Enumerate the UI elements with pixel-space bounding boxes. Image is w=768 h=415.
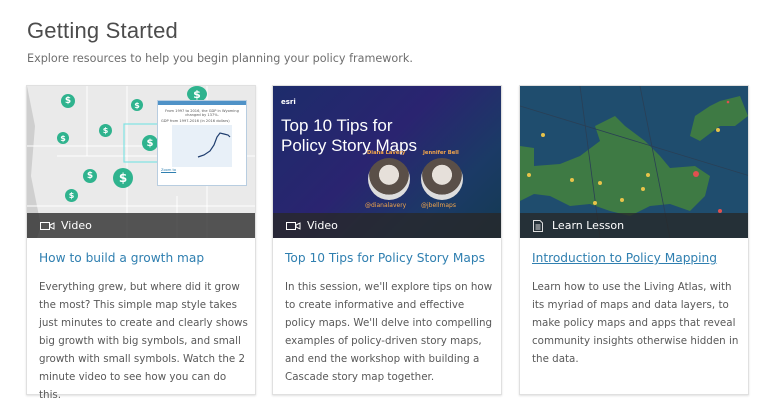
type-overlay: Learn Lesson xyxy=(520,213,748,238)
growth-map-thumbnail[interactable]: $ $ $ $ $ $ $ $ $ From 1997 to 2016, the… xyxy=(27,86,255,238)
speaker-handle: @dianalavery xyxy=(365,202,407,209)
speaker-photo xyxy=(368,158,410,200)
page-title: Getting Started xyxy=(27,18,178,43)
speaker-name: Diana Lavery xyxy=(367,150,406,156)
dollar-symbol: $ xyxy=(61,94,75,108)
speaker-photo xyxy=(421,158,463,200)
type-overlay: Video xyxy=(273,213,501,238)
popup-text: From 1997 to 2016, the GDP in Wyoming ch… xyxy=(165,109,239,117)
gdp-sparkline xyxy=(172,125,232,167)
type-label: Learn Lesson xyxy=(552,219,625,232)
dollar-symbol: $ xyxy=(65,189,78,202)
card-title-link[interactable]: How to build a growth map xyxy=(39,251,204,265)
esri-logo: esri xyxy=(281,98,296,106)
speaker-name: Jennifer Bell xyxy=(423,150,459,156)
card-title-link[interactable]: Introduction to Policy Mapping xyxy=(532,251,717,265)
popup-zoom-link[interactable]: Zoom to xyxy=(158,168,246,172)
page-subtitle: Explore resources to help you begin plan… xyxy=(27,52,413,65)
video-camera-icon xyxy=(40,221,55,230)
video-camera-icon xyxy=(286,221,301,230)
card-growth-map[interactable]: $ $ $ $ $ $ $ $ $ From 1997 to 2016, the… xyxy=(26,85,256,401)
type-overlay: Video xyxy=(27,213,255,238)
card-description: Learn how to use the Living Atlas, with … xyxy=(532,281,739,365)
type-label: Video xyxy=(61,219,92,232)
popup-chart-title: GDP from 1997-2016 (in 2016 dollars) xyxy=(161,119,230,123)
map-popup: From 1997 to 2016, the GDP in Wyoming ch… xyxy=(157,100,247,186)
story-maps-thumbnail[interactable]: esri Top 10 Tips for Policy Story Maps D… xyxy=(273,86,501,238)
document-icon xyxy=(533,219,543,232)
card-title-link[interactable]: Top 10 Tips for Policy Story Maps xyxy=(285,251,485,265)
card-policy-mapping[interactable]: Learn Lesson Introduction to Policy Mapp… xyxy=(519,85,749,395)
dollar-symbol: $ xyxy=(142,135,158,151)
type-label: Video xyxy=(307,219,338,232)
speaker-handle: @jbellmaps xyxy=(421,202,456,209)
dollar-symbol: $ xyxy=(57,132,69,144)
dollar-symbol: $ xyxy=(113,168,133,188)
dollar-symbol: $ xyxy=(83,169,97,183)
dollar-symbol: $ xyxy=(131,99,143,111)
dollar-symbol: $ xyxy=(99,124,112,137)
card-story-maps[interactable]: esri Top 10 Tips for Policy Story Maps D… xyxy=(272,85,502,395)
thumbnail-headline: Top 10 Tips for Policy Story Maps xyxy=(281,116,418,155)
card-description: In this session, we'll explore tips on h… xyxy=(285,281,493,383)
card-description: Everything grew, but where did it grow t… xyxy=(39,281,248,401)
policy-mapping-thumbnail[interactable]: Learn Lesson xyxy=(520,86,748,238)
